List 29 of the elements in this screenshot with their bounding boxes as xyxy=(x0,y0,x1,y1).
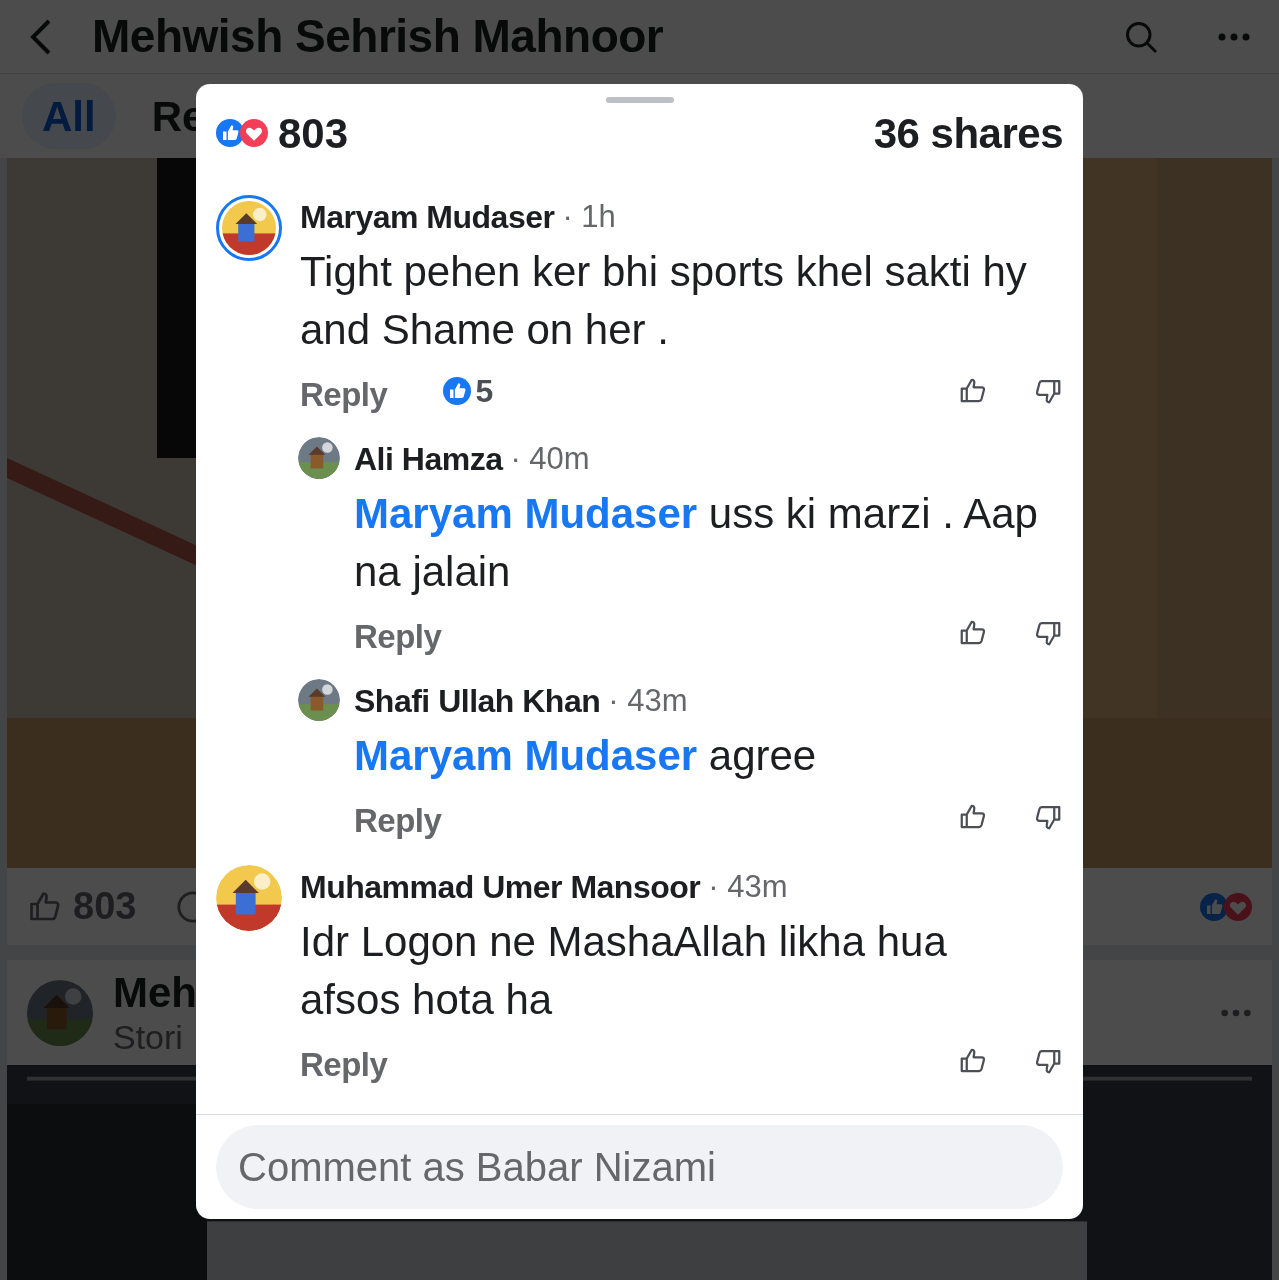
comment-text: Maryam Mudaser agree xyxy=(354,731,818,781)
drag-handle[interactable] xyxy=(605,97,674,103)
reply-button[interactable]: Reply xyxy=(300,370,388,420)
reply-button[interactable]: Reply xyxy=(354,612,442,662)
avatar[interactable] xyxy=(298,679,340,721)
like-reaction-icon xyxy=(443,377,472,405)
comment-time: · 1h xyxy=(562,197,616,236)
comment-field[interactable]: Comment as Babar Nizami xyxy=(216,1125,1063,1209)
share-count[interactable]: 36 shares xyxy=(873,101,1063,165)
reply-button[interactable]: Reply xyxy=(354,796,442,846)
comment-text: Idr Logon ne MashaAllah likha hua afsos hota ha xyxy=(300,917,948,1025)
reply-button[interactable]: Reply xyxy=(300,1040,388,1090)
like-reaction-icon xyxy=(216,119,244,147)
comment-author[interactable]: Muhammad Umer Mansoor xyxy=(300,863,701,911)
comment-time: · 40m xyxy=(510,439,590,478)
comment-time: · 43m xyxy=(708,867,788,906)
reaction-count[interactable]: 803 xyxy=(278,101,349,165)
comment-text: Maryam Mudaser uss ki marzi . Aap na jalain xyxy=(354,489,1039,597)
comment-text: Tight pehen ker bhi sports khel sakti hy and Shame on her . xyxy=(300,247,1028,355)
comment-author[interactable]: Shafi Ullah Khan xyxy=(354,677,601,725)
avatar[interactable] xyxy=(298,437,340,479)
heart-reaction-icon xyxy=(240,119,268,147)
page-title: Mehwish Sehrish Mahnoor xyxy=(92,9,664,64)
mention-link[interactable]: Maryam Mudaser xyxy=(354,490,698,537)
mention-link[interactable]: Maryam Mudaser xyxy=(354,732,698,779)
comment-time: · 43m xyxy=(608,681,688,720)
like-count: 5 xyxy=(475,372,494,411)
comment-author[interactable]: Ali Hamza xyxy=(354,435,503,483)
comment-author[interactable]: Maryam Mudaser xyxy=(300,193,555,241)
